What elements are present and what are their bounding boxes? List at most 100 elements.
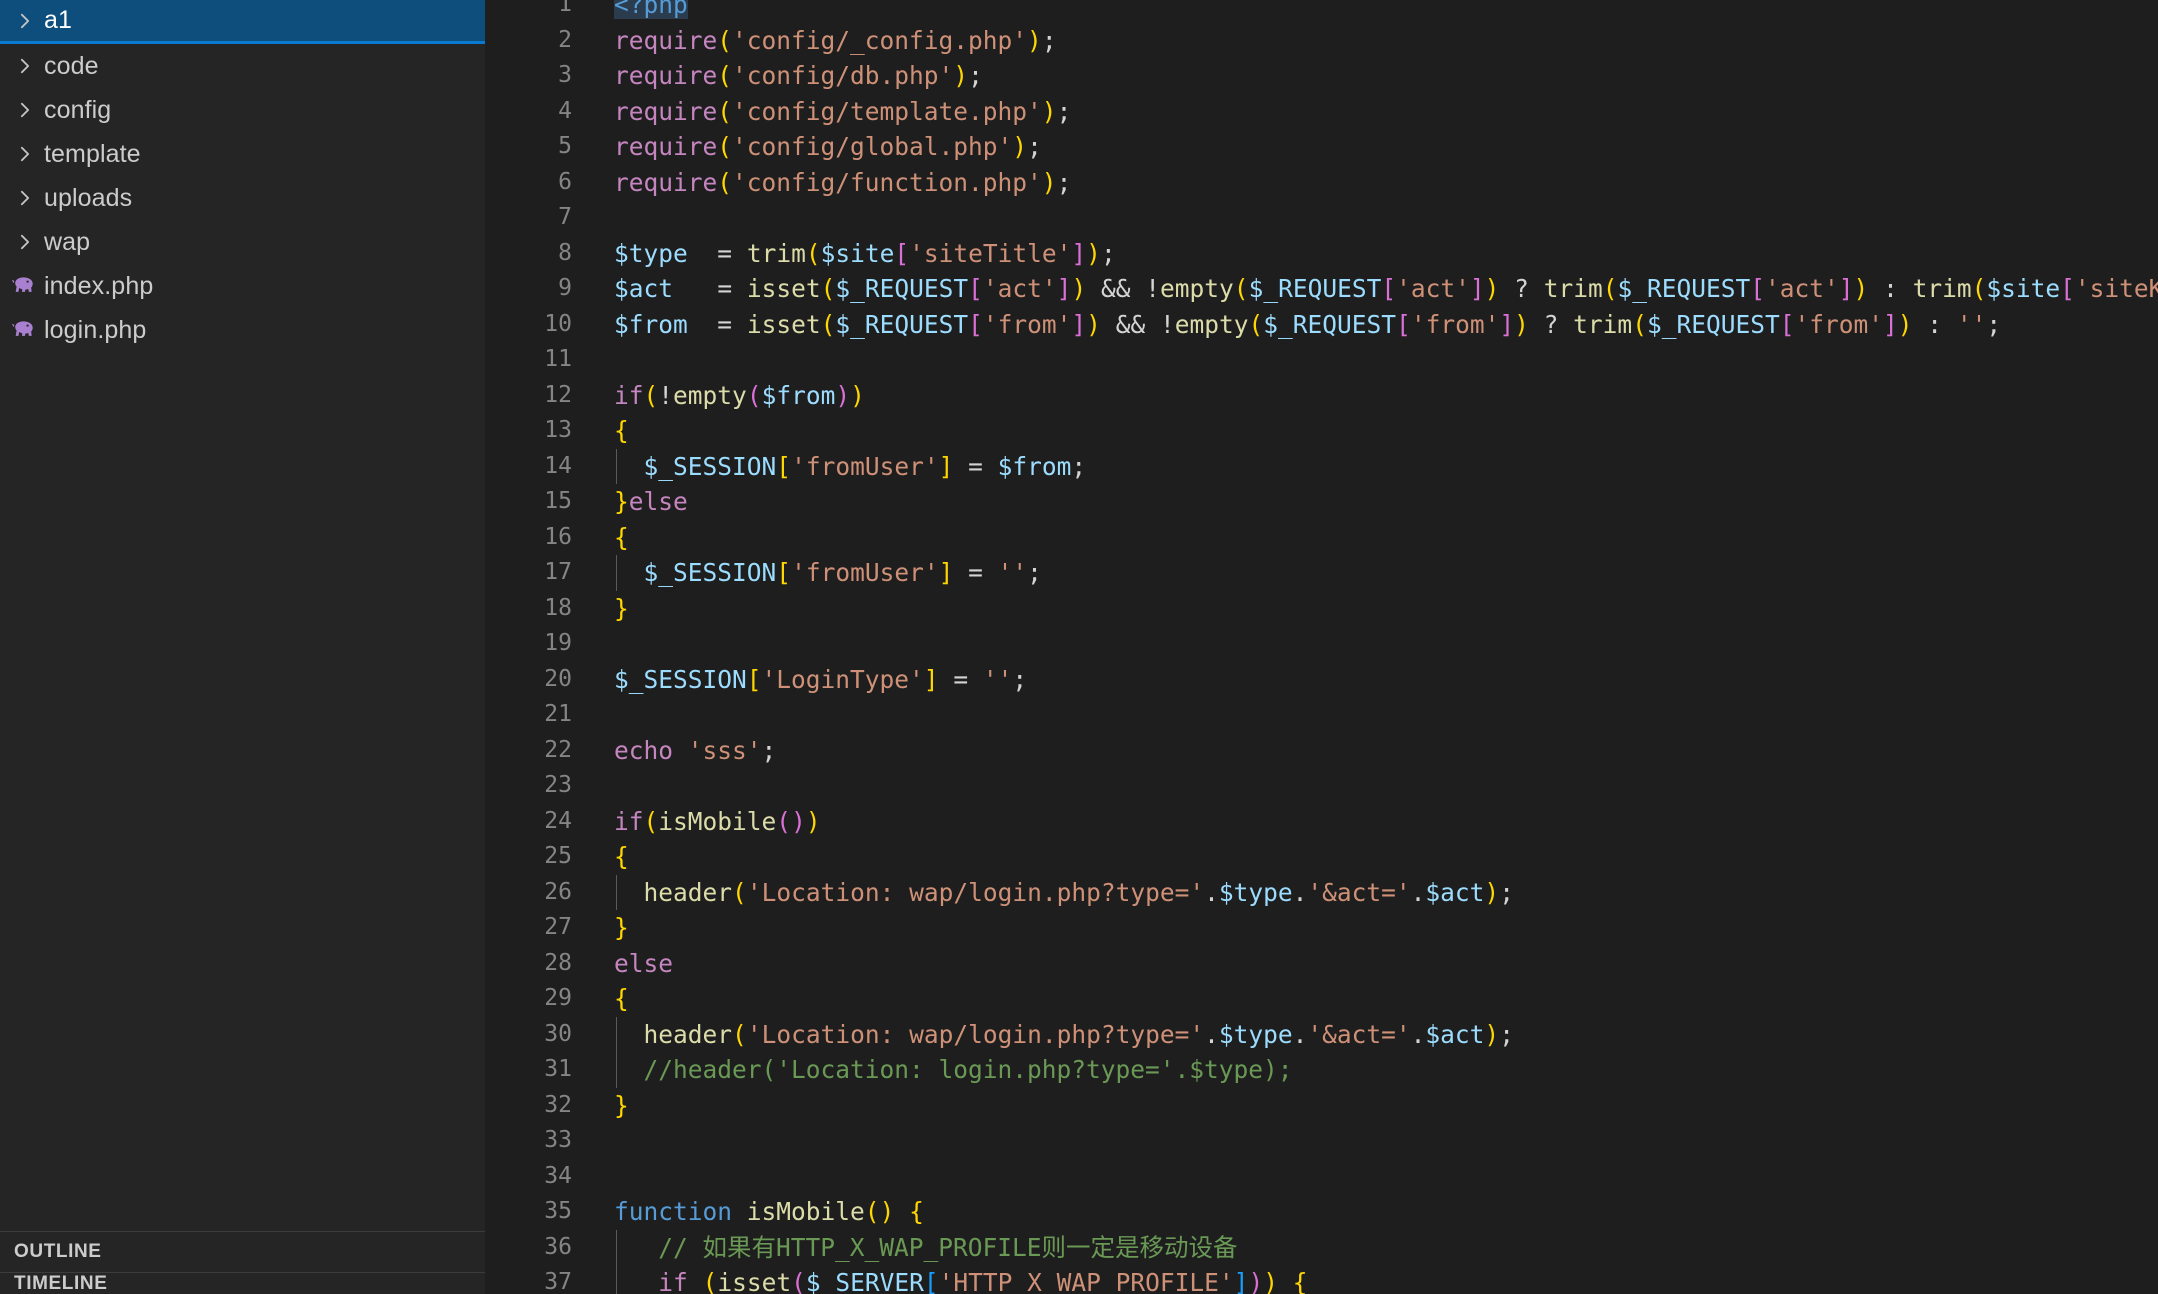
code-line-text[interactable]: require('config/db.php'); bbox=[590, 58, 2158, 94]
code-line-text[interactable]: require('config/function.php'); bbox=[590, 165, 2158, 201]
tree-item-label: template bbox=[44, 139, 141, 168]
tree-item-label: code bbox=[44, 51, 99, 80]
code-line[interactable]: 13 { bbox=[485, 413, 2158, 449]
code-line-text[interactable]: header('Location: wap/login.php?type='.$… bbox=[590, 874, 2158, 910]
code-line-text[interactable]: if(!empty($from)) bbox=[590, 378, 2158, 414]
line-number: 8 bbox=[558, 239, 572, 266]
code-line-text[interactable]: require('config/global.php'); bbox=[590, 129, 2158, 165]
code-line[interactable]: 33 bbox=[485, 1123, 2158, 1159]
code-line-text[interactable]: { bbox=[590, 981, 2158, 1017]
line-number: 18 bbox=[544, 594, 572, 621]
code-line-text[interactable]: //header('Location: login.php?type='.$ty… bbox=[590, 1052, 2158, 1088]
code-line[interactable]: 19 bbox=[485, 626, 2158, 662]
tree-item-code[interactable]: code bbox=[0, 44, 485, 88]
code-line[interactable]: 23 bbox=[485, 768, 2158, 804]
tree-item-index-php[interactable]: index.php bbox=[0, 264, 485, 308]
code-line-text[interactable]: // 如果有HTTP_X_WAP_PROFILE则一定是移动设备 bbox=[590, 1229, 2158, 1265]
chevron-right-icon[interactable] bbox=[8, 56, 42, 76]
code-line[interactable]: 10 $from = isset($_REQUEST['from']) && !e… bbox=[485, 307, 2158, 343]
indent-guide bbox=[616, 1265, 617, 1294]
tree-item-a1[interactable]: a1 bbox=[0, 0, 485, 44]
code-line-text[interactable]: { bbox=[590, 839, 2158, 875]
code-line[interactable]: 26 header('Location: wap/login.php?type=… bbox=[485, 874, 2158, 910]
code-line-text[interactable]: if (isset($_SERVER['HTTP_X_WAP_PROFILE']… bbox=[590, 1265, 2158, 1294]
code-line-text[interactable]: { bbox=[590, 520, 2158, 556]
code-line[interactable]: 2 require('config/_config.php'); bbox=[485, 23, 2158, 59]
code-line[interactable]: 20 $_SESSION['LoginType'] = ''; bbox=[485, 662, 2158, 698]
code-line[interactable]: 11 bbox=[485, 342, 2158, 378]
chevron-right-icon[interactable] bbox=[8, 11, 42, 31]
code-line[interactable]: 34 bbox=[485, 1159, 2158, 1195]
tree-item-wap[interactable]: wap bbox=[0, 220, 485, 264]
code-line[interactable]: 1 <?php bbox=[485, 0, 2158, 23]
line-number: 36 bbox=[544, 1233, 572, 1260]
code-line[interactable]: 18} bbox=[485, 591, 2158, 627]
code-line-text[interactable]: $_SESSION['fromUser'] = $from; bbox=[590, 448, 2158, 484]
code-line[interactable]: 8 $type = trim($site['siteTitle']); bbox=[485, 236, 2158, 272]
tree-item-config[interactable]: config bbox=[0, 88, 485, 132]
line-number: 29 bbox=[544, 985, 572, 1011]
code-line-text[interactable]: } bbox=[590, 910, 2158, 946]
code-line[interactable]: 37 if (isset($_SERVER['HTTP_X_WAP_PROFIL… bbox=[485, 1265, 2158, 1294]
code-line[interactable]: 14 $_SESSION['fromUser'] = $from; bbox=[485, 448, 2158, 484]
code-line-text[interactable]: else bbox=[590, 946, 2158, 982]
code-line[interactable]: 16 { bbox=[485, 520, 2158, 556]
code-line-text[interactable]: require('config/template.php'); bbox=[590, 94, 2158, 130]
chevron-right-icon[interactable] bbox=[8, 188, 42, 208]
code-line[interactable]: 4 require('config/template.php'); bbox=[485, 94, 2158, 130]
code-line-text[interactable]: $type = trim($site['siteTitle']); bbox=[590, 236, 2158, 272]
code-line[interactable]: 6 require('config/function.php'); bbox=[485, 165, 2158, 201]
code-line-text[interactable]: } bbox=[590, 591, 2158, 627]
code-line-text[interactable]: $_SESSION['fromUser'] = ''; bbox=[590, 555, 2158, 591]
code-line-text[interactable]: $_SESSION['LoginType'] = ''; bbox=[590, 662, 2158, 698]
code-line[interactable]: 3 require('config/db.php'); bbox=[485, 58, 2158, 94]
line-number: 31 bbox=[544, 1056, 572, 1082]
code-line[interactable]: 21 bbox=[485, 697, 2158, 733]
code-line[interactable]: 29 { bbox=[485, 981, 2158, 1017]
code-line[interactable]: 17 $_SESSION['fromUser'] = ''; bbox=[485, 555, 2158, 591]
code-line[interactable]: 28 else bbox=[485, 946, 2158, 982]
line-number: 19 bbox=[544, 630, 572, 656]
code-line-text[interactable]: }else bbox=[590, 484, 2158, 520]
chevron-right-icon[interactable] bbox=[8, 144, 42, 164]
code-line-text[interactable]: $act = isset($_REQUEST['act']) && !empty… bbox=[590, 271, 2158, 307]
outline-pane-header[interactable]: OUTLINE bbox=[0, 1231, 485, 1272]
file-tree[interactable]: a1 code config template uploads wap index.php l… bbox=[0, 0, 485, 1231]
tree-item-uploads[interactable]: uploads bbox=[0, 176, 485, 220]
code-line-text[interactable]: $from = isset($_REQUEST['from']) && !emp… bbox=[590, 307, 2158, 343]
code-line[interactable]: 30 header('Location: wap/login.php?type=… bbox=[485, 1016, 2158, 1052]
line-number: 9 bbox=[558, 275, 572, 301]
code-line[interactable]: 5 require('config/global.php'); bbox=[485, 129, 2158, 165]
tree-item-login-php[interactable]: login.php bbox=[0, 308, 485, 352]
tree-item-template[interactable]: template bbox=[0, 132, 485, 176]
code-line[interactable]: 9 $act = isset($_REQUEST['act']) && !empt… bbox=[485, 271, 2158, 307]
code-line[interactable]: 35 function isMobile() { bbox=[485, 1194, 2158, 1230]
code-line[interactable]: 12 if(!empty($from)) bbox=[485, 378, 2158, 414]
code-line[interactable]: 31 //header('Location: login.php?type='.… bbox=[485, 1052, 2158, 1088]
code-line[interactable]: 27} bbox=[485, 910, 2158, 946]
code-line[interactable]: 24 if(isMobile()) bbox=[485, 804, 2158, 840]
code-line-text[interactable]: <?php bbox=[590, 0, 2158, 23]
code-line[interactable]: 22 echo 'sss'; bbox=[485, 733, 2158, 769]
code-line-text[interactable]: { bbox=[590, 413, 2158, 449]
timeline-pane-header[interactable]: TIMELINE bbox=[0, 1272, 485, 1294]
code-line[interactable]: 25 { bbox=[485, 839, 2158, 875]
line-number: 25 bbox=[544, 843, 572, 869]
code-editor[interactable]: 1 <?php 2 require('config/_config.php'); 3 re… bbox=[485, 0, 2158, 1294]
code-line-text[interactable]: } bbox=[590, 1088, 2158, 1124]
line-number: 11 bbox=[544, 346, 572, 372]
line-number: 1 bbox=[558, 0, 572, 17]
code-line[interactable]: 15}else bbox=[485, 484, 2158, 520]
code-line[interactable]: 7 bbox=[485, 200, 2158, 236]
code-line[interactable]: 36 // 如果有HTTP_X_WAP_PROFILE则一定是移动设备 bbox=[485, 1229, 2158, 1265]
code-line-text[interactable]: echo 'sss'; bbox=[590, 733, 2158, 769]
code-line-text[interactable]: require('config/_config.php'); bbox=[590, 23, 2158, 59]
code-line[interactable]: 32} bbox=[485, 1088, 2158, 1124]
line-number: 32 bbox=[544, 1091, 572, 1118]
code-lines-container[interactable]: 1 <?php 2 require('config/_config.php'); 3 re… bbox=[485, 0, 2158, 1294]
chevron-right-icon[interactable] bbox=[8, 100, 42, 120]
code-line-text[interactable]: header('Location: wap/login.php?type='.$… bbox=[590, 1016, 2158, 1052]
code-line-text[interactable]: function isMobile() { bbox=[590, 1194, 2158, 1230]
code-line-text[interactable]: if(isMobile()) bbox=[590, 804, 2158, 840]
chevron-right-icon[interactable] bbox=[8, 232, 42, 252]
